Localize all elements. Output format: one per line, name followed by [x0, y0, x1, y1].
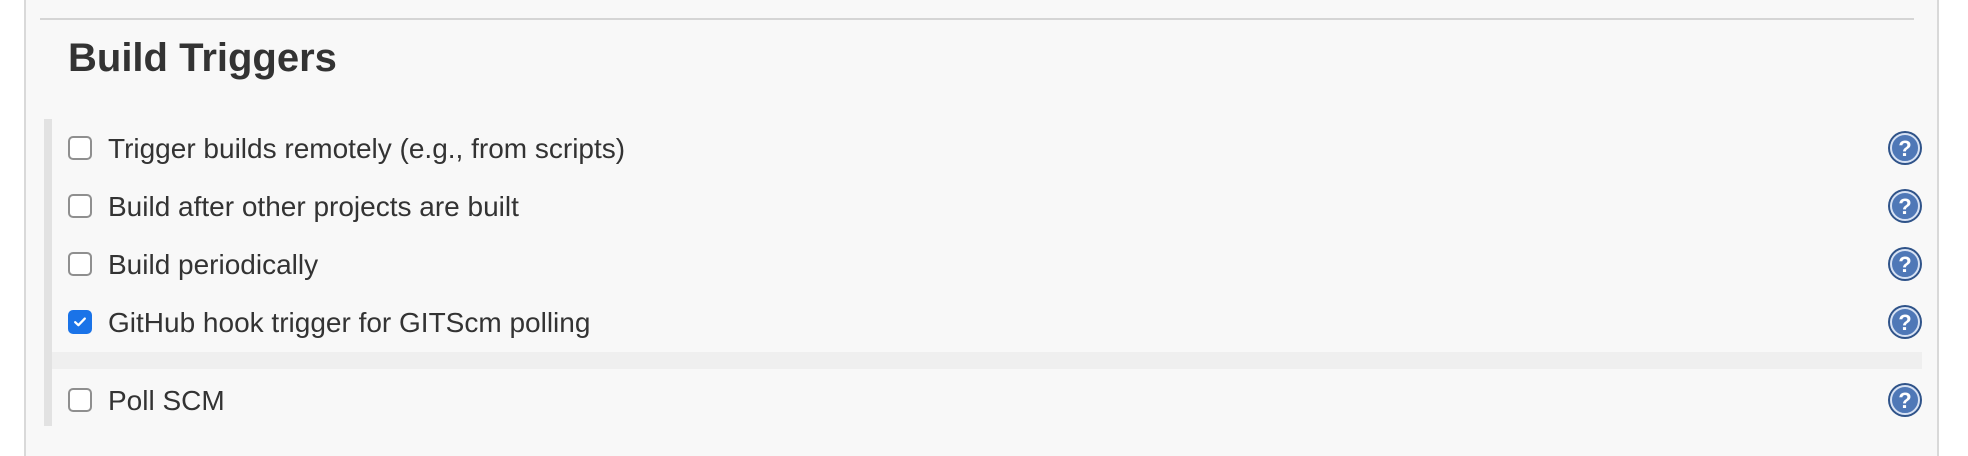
checked-option-separator	[52, 352, 1922, 369]
section-divider	[40, 18, 1914, 20]
trigger-periodically-label[interactable]: Build periodically	[108, 249, 318, 281]
help-icon[interactable]: ?	[1886, 187, 1924, 225]
build-triggers-panel: Build Triggers Trigger builds remotely (…	[24, 0, 1939, 456]
trigger-github-hook-label[interactable]: GitHub hook trigger for GITScm polling	[108, 307, 590, 339]
trigger-remote-label[interactable]: Trigger builds remotely (e.g., from scri…	[108, 133, 625, 165]
svg-text:?: ?	[1898, 194, 1911, 219]
trigger-row-poll-scm[interactable]: Poll SCM ?	[68, 378, 1924, 422]
trigger-github-hook-checkbox[interactable]	[68, 310, 92, 334]
trigger-poll-scm-label[interactable]: Poll SCM	[108, 385, 225, 417]
check-icon	[74, 317, 86, 327]
svg-text:?: ?	[1898, 388, 1911, 413]
trigger-row-github-hook[interactable]: GitHub hook trigger for GITScm polling ?	[68, 300, 1924, 344]
section-title: Build Triggers	[68, 36, 337, 80]
trigger-poll-scm-checkbox[interactable]	[68, 388, 92, 412]
trigger-periodically-checkbox[interactable]	[68, 252, 92, 276]
trigger-after-other-projects-checkbox[interactable]	[68, 194, 92, 218]
help-icon[interactable]: ?	[1886, 381, 1924, 419]
trigger-remote-checkbox[interactable]	[68, 136, 92, 160]
trigger-row-periodically[interactable]: Build periodically ?	[68, 242, 1924, 286]
trigger-after-other-projects-label[interactable]: Build after other projects are built	[108, 191, 519, 223]
svg-text:?: ?	[1898, 252, 1911, 277]
help-icon[interactable]: ?	[1886, 129, 1924, 167]
svg-text:?: ?	[1898, 136, 1911, 161]
trigger-row-after-other-projects[interactable]: Build after other projects are built ?	[68, 184, 1924, 228]
trigger-row-remote[interactable]: Trigger builds remotely (e.g., from scri…	[68, 126, 1924, 170]
section-group-bar	[44, 119, 52, 426]
svg-text:?: ?	[1898, 310, 1911, 335]
help-icon[interactable]: ?	[1886, 303, 1924, 341]
help-icon[interactable]: ?	[1886, 245, 1924, 283]
